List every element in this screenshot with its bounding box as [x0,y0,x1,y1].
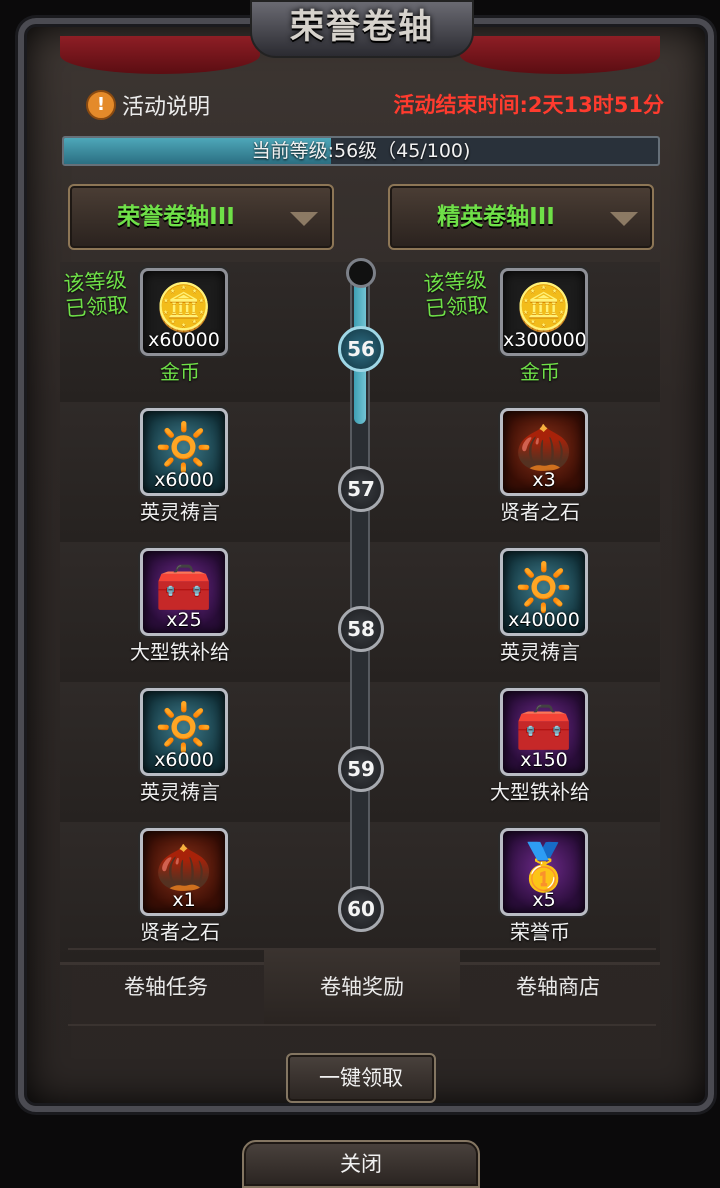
reward-name: 大型铁补给 [130,640,230,664]
gold-coin-icon: 🪙 [155,280,213,334]
reward-item-slot[interactable]: 🔆 x6000 [140,688,228,776]
right-reward-cell[interactable]: 🧰 x150 大型铁补给 [430,682,650,822]
left-reward-cell[interactable]: 🪙 x60000 金币 该等级 已领取 [63,262,290,402]
gold-coin-icon: 🪙 [515,280,573,334]
elite-track-label: 精英卷轴III [437,204,555,230]
claimed-stamp: 该等级 已领取 [62,267,130,322]
honor-coin-icon: 🥇 [515,840,573,894]
reward-quantity: x150 [520,749,568,771]
reward-item-slot[interactable]: 🌰 x3 [500,408,588,496]
reward-item-slot[interactable]: 🥇 x5 [500,828,588,916]
claimed-stamp: 该等级 已领取 [422,267,490,322]
level-badge: 56 [338,326,384,372]
left-reward-cell[interactable]: 🧰 x25 大型铁补给 [70,542,290,682]
level-badge: 58 [338,606,384,652]
tab-scroll-rewards[interactable]: 卷轴奖励 [264,950,460,1024]
close-button[interactable]: 关闭 [242,1140,480,1188]
right-reward-cell[interactable]: 🥇 x5 荣誉币 [430,822,650,962]
reward-item-slot[interactable]: 🔆 x40000 [500,548,588,636]
reward-name: 贤者之石 [500,500,580,524]
chevron-down-icon [290,212,318,226]
tab-scroll-tasks[interactable]: 卷轴任务 [68,950,264,1024]
free-track-dropdown[interactable]: 荣誉卷轴III [68,184,334,250]
curtain-left-decor [60,36,260,74]
sage-stone-icon: 🌰 [155,840,213,894]
reward-item-slot[interactable]: 🌰 x1 [140,828,228,916]
warning-icon: ! [86,90,116,120]
right-reward-cell[interactable]: 🌰 x3 贤者之石 [430,402,650,542]
right-reward-cell[interactable]: 🔆 x40000 英灵祷言 [430,542,650,682]
reward-quantity: x40000 [508,609,580,631]
reward-quantity: x25 [166,609,202,631]
elite-track-dropdown[interactable]: 精英卷轴III [388,184,654,250]
reward-name: 大型铁补给 [490,780,590,804]
spirit-orb-icon: 🔆 [155,700,213,754]
reward-quantity: x300000 [503,329,587,351]
reward-item-slot[interactable]: 🧰 x25 [140,548,228,636]
reward-name: 英灵祷言 [500,640,580,664]
reward-quantity: x3 [532,469,556,491]
free-track-label: 荣誉卷轴III [117,204,235,230]
left-reward-cell[interactable]: 🌰 x1 贤者之石 [70,822,290,962]
progress-label: 当前等级:56级（45/100) [251,140,471,162]
iron-chest-icon: 🧰 [515,700,573,754]
claim-all-button[interactable]: 一键领取 [286,1053,436,1103]
reward-quantity: x60000 [148,329,220,351]
level-badge: 60 [338,886,384,932]
spirit-orb-icon: 🔆 [515,560,573,614]
reward-item-slot[interactable]: 🧰 x150 [500,688,588,776]
reward-item-slot[interactable]: 🪙 x300000 [500,268,588,356]
iron-chest-icon: 🧰 [155,560,213,614]
reward-quantity: x6000 [154,469,214,491]
reward-quantity: x5 [532,889,556,911]
left-reward-cell[interactable]: 🔆 x6000 英灵祷言 [70,402,290,542]
info-button[interactable]: ! 活动说明 [86,88,210,122]
reward-quantity: x6000 [154,749,214,771]
level-badge: 59 [338,746,384,792]
chevron-down-icon [610,212,638,226]
level-progress-bar: 当前等级:56级（45/100) [62,136,660,166]
reward-name: 金币 [520,360,560,384]
track-top-knob [346,258,376,288]
reward-item-slot[interactable]: 🔆 x6000 [140,408,228,496]
right-reward-cell[interactable]: 🪙 x300000 金币 该等级 已领取 [423,262,650,402]
reward-name: 英灵祷言 [140,500,220,524]
reward-name: 贤者之石 [140,920,220,944]
reward-quantity: x1 [172,889,196,911]
info-label: 活动说明 [122,95,211,120]
reward-item-slot[interactable]: 🪙 x60000 [140,268,228,356]
countdown-timer: 活动结束时间:2天13时51分 [393,93,664,117]
tab-bar: 卷轴任务 卷轴奖励 卷轴商店 [68,948,656,1026]
spirit-orb-icon: 🔆 [155,420,213,474]
reward-name: 金币 [160,360,200,384]
level-badge: 57 [338,466,384,512]
tab-scroll-shop[interactable]: 卷轴商店 [460,950,656,1024]
left-reward-cell[interactable]: 🔆 x6000 英灵祷言 [70,682,290,822]
sage-stone-icon: 🌰 [515,420,573,474]
curtain-right-decor [460,36,660,74]
window-title: 荣誉卷轴 [250,0,474,58]
reward-name: 荣誉币 [510,920,570,944]
reward-name: 英灵祷言 [140,780,220,804]
